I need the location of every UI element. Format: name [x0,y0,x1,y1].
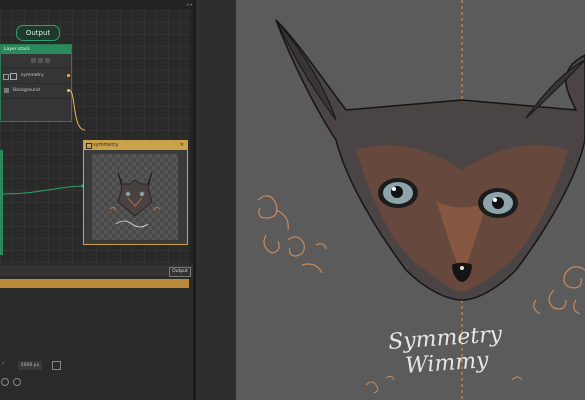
output-tag-button[interactable]: Output [169,267,191,277]
close-icon[interactable]: × [180,141,184,150]
node-type-icon [86,143,92,149]
painting-canvas[interactable]: Symmetry Wimmy [236,0,585,400]
panel-top-strip [0,0,193,10]
symmetry-preview [92,154,178,240]
fox-thumbnail-image [109,171,161,228]
symmetry-node[interactable]: symmetry × [83,140,188,245]
expand-icon[interactable] [52,361,61,370]
size-input[interactable]: 2000 px [18,361,42,370]
selected-node-bar[interactable] [0,279,189,288]
symmetry-node-title: symmetry × [84,141,187,150]
node-graph[interactable]: Output Layer stack symmetry Background s… [0,10,190,264]
toolbar-gutter [196,0,236,400]
properties-panel: › [0,288,193,400]
color-picker-icon[interactable] [1,378,9,386]
properties-header [0,265,193,276]
settings-icon[interactable] [13,378,21,386]
left-panel: ••• Output Layer stack symmetry Backgrou… [0,0,197,400]
chevron-icon[interactable]: › [2,360,4,367]
symmetry-node-label: symmetry [93,142,119,148]
